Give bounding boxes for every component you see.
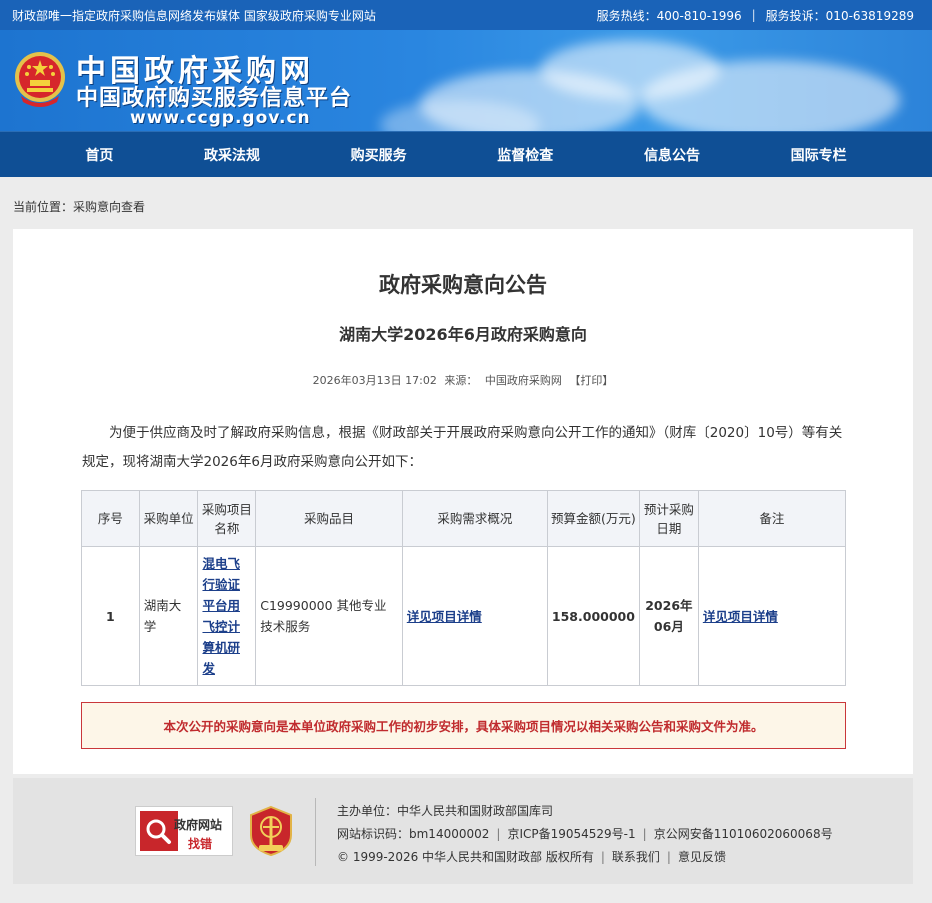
col-header-demand: 采购需求概况 — [401, 490, 548, 547]
footer-divider — [315, 798, 316, 866]
footer-copyright: © 1999-2026 中华人民共和国财政部 版权所有 — [337, 850, 594, 864]
cell-budget: 158.000000 — [546, 546, 640, 686]
nav-regulations[interactable]: 政采法规 — [204, 145, 260, 165]
table-row: 1 湖南大学 混电飞行验证平台用飞控计算机研发 C19990000 其他专业技术… — [81, 546, 847, 686]
nav-supervision[interactable]: 监督检查 — [497, 145, 553, 165]
article-panel: 政府采购意向公告 湖南大学2026年6月政府采购意向 2026年03月13日 1… — [13, 229, 913, 774]
service-complaint: 服务投诉：010-63819289 — [765, 8, 914, 23]
col-header-category: 采购品目 — [255, 490, 403, 547]
col-header-index: 序号 — [81, 490, 140, 547]
topbar: 财政部唯一指定政府采购信息网络发布媒体 国家级政府采购专业网站 服务热线：400… — [0, 0, 932, 30]
magnifier-icon — [140, 811, 178, 851]
gov-site-error-report-badge[interactable]: 政府网站 找错 — [135, 806, 233, 856]
footer-codes: 网站标识码：bm14000002 | 京ICP备19054529号-1 | 京公网安备1… — [337, 827, 833, 841]
demand-detail-link[interactable]: 详见项目详情 — [407, 609, 482, 624]
footer-icp[interactable]: 京ICP备19054529号-1 — [507, 827, 635, 841]
page-title: 政府采购意向公告 — [379, 273, 547, 297]
article-source-label: 来源： — [444, 374, 478, 387]
article-intro: 为便于供应商及时了解政府采购信息，根据《财政部关于开展政府采购意向公开工作的通知… — [82, 425, 843, 470]
breadcrumb: 当前位置：采购意向查看 — [13, 199, 146, 214]
badge-title: 政府网站 — [174, 818, 223, 832]
footer-sponsor: 主办单位：中华人民共和国财政部国库司 — [337, 804, 554, 818]
nav-purchase-services[interactable]: 购买服务 — [351, 145, 407, 165]
project-name-link[interactable]: 混电飞行验证平台用飞控计算机研发 — [202, 556, 240, 676]
remark-detail-link[interactable]: 详见项目详情 — [703, 609, 778, 624]
cell-index: 1 — [81, 546, 140, 686]
col-header-project: 采购项目名称 — [197, 490, 257, 547]
cell-remark: 详见项目详情 — [697, 546, 847, 686]
cell-project: 混电飞行验证平台用飞控计算机研发 — [197, 546, 257, 686]
disclaimer-notice: 本次公开的采购意向是本单位政府采购工作的初步安排，具体采购项目情况以相关采购公告… — [81, 702, 846, 749]
article-date: 2026年03月13日 17:02 — [312, 374, 437, 387]
table-header-row: 序号 采购单位 采购项目名称 采购品目 采购需求概况 预算金额(万元) 预计采购… — [81, 490, 847, 547]
party-government-organ-icon[interactable] — [247, 805, 295, 857]
nav-international[interactable]: 国际专栏 — [791, 145, 847, 165]
service-hotline: 服务热线：400-810-1996 — [596, 8, 742, 23]
print-link[interactable]: 【打印】 — [569, 374, 613, 387]
site-url: www.ccgp.gov.cn — [130, 108, 311, 128]
footer-info: 主办单位：中华人民共和国财政部国库司 网站标识码：bm14000002 | 京ICP… — [337, 800, 833, 869]
footer-police[interactable]: 京公网安备11010602060068号 — [654, 827, 833, 841]
article-subtitle: 湖南大学2026年6月政府采购意向 — [339, 325, 587, 344]
site-banner: 中国政府采购网 中国政府购买服务信息平台 www.ccgp.gov.cn — [0, 30, 932, 131]
col-header-date: 预计采购日期 — [638, 490, 699, 547]
cell-category: C19990000 其他专业技术服务 — [255, 546, 403, 686]
article-source: 中国政府采购网 — [484, 374, 562, 387]
feedback-link[interactable]: 意见反馈 — [678, 850, 726, 864]
nav-home[interactable]: 首页 — [85, 145, 113, 165]
footer-copyright-row: © 1999-2026 中华人民共和国财政部 版权所有 | 联系我们 | 意见反馈 — [337, 850, 726, 864]
cell-unit: 湖南大学 — [138, 546, 199, 686]
intention-table: 序号 采购单位 采购项目名称 采购品目 采购需求概况 预算金额(万元) 预计采购… — [81, 490, 847, 686]
topbar-contacts: 服务热线：400-810-1996 | 服务投诉：010-63819289 — [597, 7, 914, 24]
contact-us-link[interactable]: 联系我们 — [612, 850, 660, 864]
national-emblem-icon[interactable] — [13, 50, 67, 110]
topbar-slogan: 财政部唯一指定政府采购信息网络发布媒体 国家级政府采购专业网站 — [12, 8, 376, 23]
main-nav: 首页 政采法规 购买服务 监督检查 信息公告 国际专栏 — [0, 131, 932, 177]
site-footer: 政府网站 找错 主办单位：中华人民共和国财政部国库司 网站标识码：bm14000… — [13, 778, 913, 884]
col-header-unit: 采购单位 — [138, 490, 199, 547]
col-header-budget: 预算金额(万元) — [546, 490, 640, 547]
nav-announcements[interactable]: 信息公告 — [644, 145, 700, 165]
footer-site-code: 网站标识码：bm14000002 — [337, 827, 490, 841]
topbar-separator: | — [751, 8, 756, 22]
col-header-remark: 备注 — [697, 490, 847, 547]
badge-subtitle: 找错 — [188, 837, 213, 851]
article-meta: 2026年03月13日 17:02 来源： 中国政府采购网 【打印】 — [13, 372, 913, 388]
cell-date: 2026年06月 — [638, 546, 699, 686]
cell-demand: 详见项目详情 — [401, 546, 548, 686]
